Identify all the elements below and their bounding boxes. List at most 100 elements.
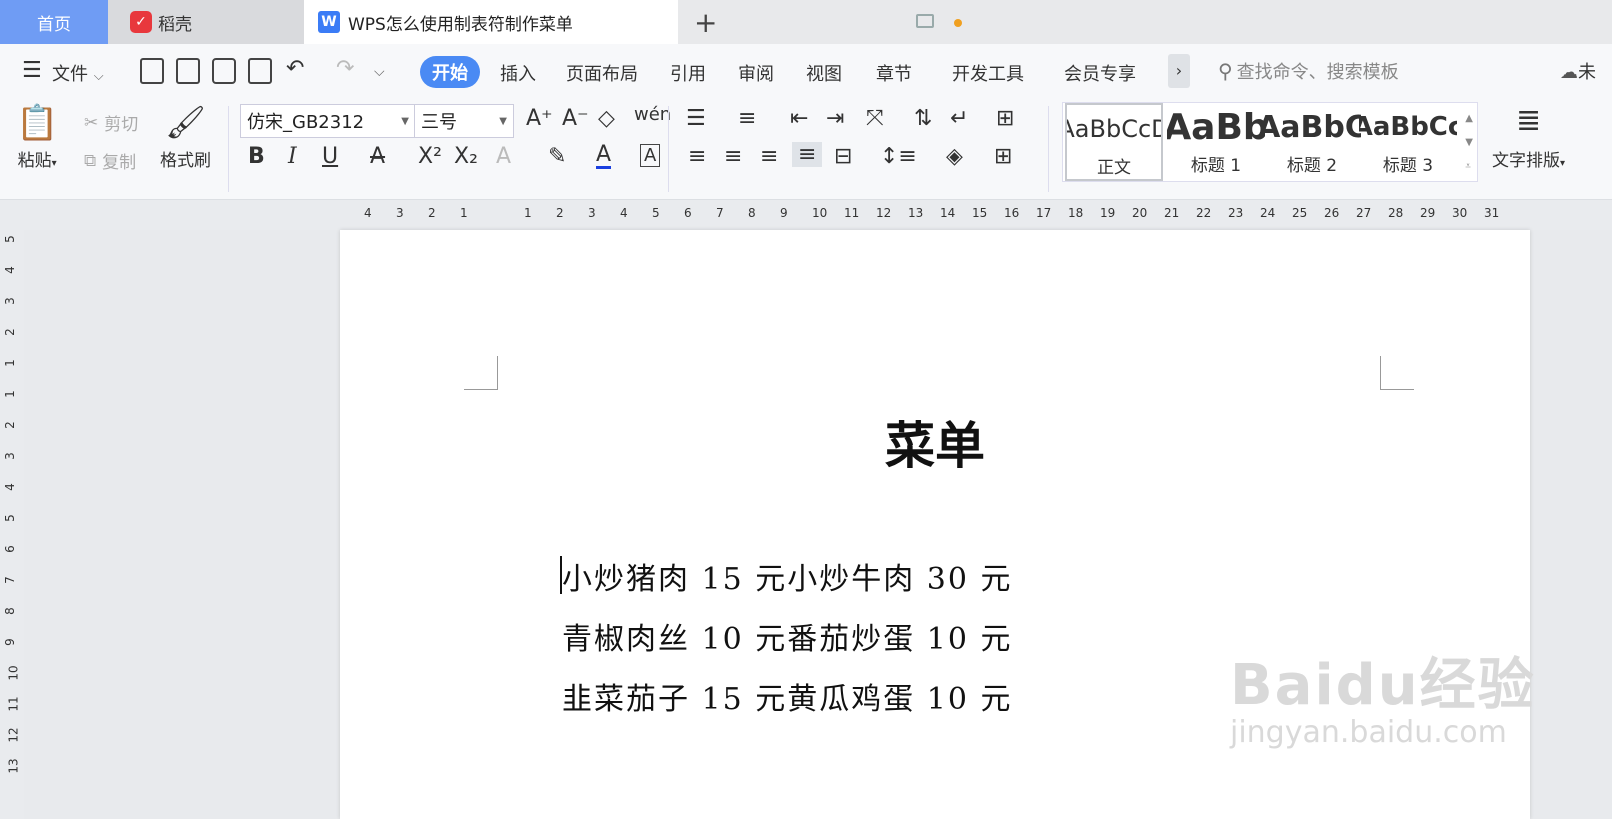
redo-icon[interactable]: ↷ [336, 56, 354, 81]
tab-page-layout[interactable]: 页面布局 [566, 60, 638, 86]
ruler-tick: 10 [6, 665, 21, 681]
style-scroll-icon[interactable]: ▲ ▼ ⩡ [1465, 107, 1473, 179]
style-heading-2[interactable]: AaBbC 标题 2 [1263, 103, 1361, 181]
style-heading-3[interactable]: AaBbCc 标题 3 [1359, 103, 1457, 181]
font-name-select[interactable]: 仿宋_GB2312 ▼ [240, 104, 416, 138]
italic-icon[interactable]: I [288, 144, 297, 169]
more-tabs-chevron-icon[interactable]: › [1168, 54, 1190, 88]
new-tab-plus-icon[interactable]: + [694, 6, 717, 39]
bold-icon[interactable]: B [248, 144, 265, 169]
baidu-watermark: Baidu经验 jingyan.baidu.com [1230, 640, 1536, 750]
justify-icon[interactable]: ≡ [792, 142, 823, 167]
text-effect-icon[interactable]: A [496, 144, 511, 169]
copy-button[interactable]: ⧉ 复制 [84, 148, 136, 174]
cloud-icon: ☁ [1560, 62, 1578, 83]
style-label: 正文 [1097, 158, 1131, 178]
bullet-list-icon[interactable]: ☰ [686, 106, 706, 131]
tab-daoke[interactable]: ✓ 稻壳 [108, 0, 304, 44]
tab-view[interactable]: 视图 [806, 60, 842, 86]
ribbon-toolbar: 📋 粘贴▾ ✂ 剪切 ⧉ 复制 🖌 格式刷 仿宋_GB2312 ▼ 三号 ▼ A⁺ A⁻… [0, 100, 1612, 200]
print-preview-icon[interactable] [248, 58, 272, 84]
ruler-tick: 21 [1164, 206, 1180, 220]
text-layout-button[interactable]: ≣ 文字排版▾ [1492, 106, 1565, 172]
ruler-tick: 7 [716, 206, 724, 220]
tab-start[interactable]: 开始 [420, 56, 480, 88]
ruler-tick: 2 [556, 206, 564, 220]
chinese-layout-icon[interactable]: ⤧ [866, 106, 884, 131]
shading-icon[interactable]: ◈ [946, 144, 963, 169]
tab-developer-tools[interactable]: 开发工具 [952, 60, 1024, 86]
increase-indent-icon[interactable]: ⇥ [826, 106, 844, 131]
highlight-icon[interactable]: ✎ [548, 144, 566, 169]
scissors-icon: ✂ [84, 112, 99, 133]
daoke-logo-icon: ✓ [130, 11, 152, 33]
ruler-tick: 3 [588, 206, 596, 220]
save-icon[interactable] [140, 58, 164, 84]
align-right-icon[interactable]: ≡ [760, 144, 778, 169]
customize-chevron-down-icon[interactable]: ⌵ [374, 64, 385, 80]
tab-member-exclusive[interactable]: 会员专享 [1064, 60, 1136, 86]
char-border-icon[interactable]: A [640, 144, 661, 167]
style-heading-1[interactable]: AaBb 标题 1 [1167, 103, 1265, 181]
tab-home[interactable]: 首页 [0, 0, 108, 44]
strikethrough-icon[interactable]: A [370, 144, 385, 169]
undo-icon[interactable]: ↶ [286, 56, 304, 81]
monitor-icon[interactable] [916, 14, 934, 28]
chevron-down-icon: ▼ [499, 115, 507, 127]
tab-review[interactable]: 审阅 [738, 60, 774, 86]
tab-daoke-label: 稻壳 [158, 14, 192, 35]
export-pdf-icon[interactable] [176, 58, 200, 84]
style-preview: AaBbC [1263, 109, 1361, 145]
ruler-tick: 2 [2, 421, 17, 429]
tab-ruler-icon[interactable]: ⊞ [996, 106, 1014, 131]
decrease-indent-icon[interactable]: ⇤ [790, 106, 808, 131]
subscript-icon[interactable]: X₂ [454, 144, 478, 169]
ruler-tick: 4 [2, 266, 17, 274]
paste-button[interactable]: 📋 粘贴▾ [16, 106, 58, 171]
ruler-tick: 3 [2, 297, 17, 305]
hamburger-icon[interactable]: ☰ [22, 58, 42, 83]
borders-icon[interactable]: ⊞ [994, 144, 1012, 169]
ruler-tick: 9 [2, 638, 17, 646]
cloud-sync[interactable]: ☁未 [1560, 58, 1596, 84]
chevron-down-icon: ▼ [401, 115, 409, 127]
tab-insert[interactable]: 插入 [500, 60, 536, 86]
font-size-select[interactable]: 三号 ▼ [414, 104, 514, 138]
clear-format-icon[interactable]: ◇ [598, 106, 615, 131]
font-color-icon[interactable]: A [596, 144, 612, 169]
ruler-tick: 5 [652, 206, 660, 220]
distribute-icon[interactable]: ⊟ [834, 144, 852, 169]
menu-line-3: 韭菜茄子 15 元黄瓜鸡蛋 10 元 [562, 682, 1013, 717]
tab-document[interactable]: W WPS怎么使用制表符制作菜单 [304, 0, 962, 44]
command-search[interactable]: ⚲ 查找命令、搜索模板 [1218, 58, 1399, 84]
margin-corner-mark [1380, 356, 1414, 390]
style-normal[interactable]: AaBbCcD 正文 [1065, 103, 1163, 181]
style-preview: AaBb [1167, 106, 1265, 148]
menu-bar: ☰ 文件 ⌵ ↶ ↷ ⌵ 开始 插入 页面布局 引用 审阅 视图 章节 开发工具… [0, 44, 1612, 100]
file-menu-label: 文件 [52, 64, 88, 85]
show-marks-icon[interactable]: ↵ [950, 106, 968, 131]
superscript-icon[interactable]: X² [418, 144, 442, 169]
underline-icon[interactable]: U [322, 144, 338, 169]
tab-chapter[interactable]: 章节 [876, 60, 912, 86]
numbered-list-icon[interactable]: ≡ [738, 106, 756, 131]
sort-icon[interactable]: ⇅ [914, 106, 932, 131]
ruler-tick: 20 [1132, 206, 1148, 220]
ruler-tick: 16 [1004, 206, 1020, 220]
grow-font-icon[interactable]: A⁺ [526, 106, 553, 131]
file-menu[interactable]: 文件 ⌵ [52, 60, 104, 86]
horizontal-ruler[interactable]: 4 3 2 1 1 2 3 4 5 6 7 8 9 10 11 12 13 14 15 16 17 18 19 20 21 22 2… [0, 200, 1612, 230]
ruler-tick: 4 [620, 206, 628, 220]
wps-writer-icon: W [318, 11, 340, 33]
align-left-icon[interactable]: ≡ [688, 144, 706, 169]
ruler-tick: 31 [1484, 206, 1500, 220]
phonetic-guide-icon[interactable]: wén [634, 104, 671, 125]
shrink-font-icon[interactable]: A⁻ [562, 106, 589, 131]
line-spacing-icon[interactable]: ↕≡ [880, 144, 917, 169]
format-painter-button[interactable]: 🖌 格式刷 [160, 106, 211, 171]
tab-references[interactable]: 引用 [670, 60, 706, 86]
align-center-icon[interactable]: ≡ [724, 144, 742, 169]
cut-button[interactable]: ✂ 剪切 [84, 110, 138, 136]
print-icon[interactable] [212, 58, 236, 84]
vertical-ruler[interactable]: 5 4 3 2 1 1 2 3 4 5 6 7 8 9 10 11 12 13 [0, 230, 24, 819]
